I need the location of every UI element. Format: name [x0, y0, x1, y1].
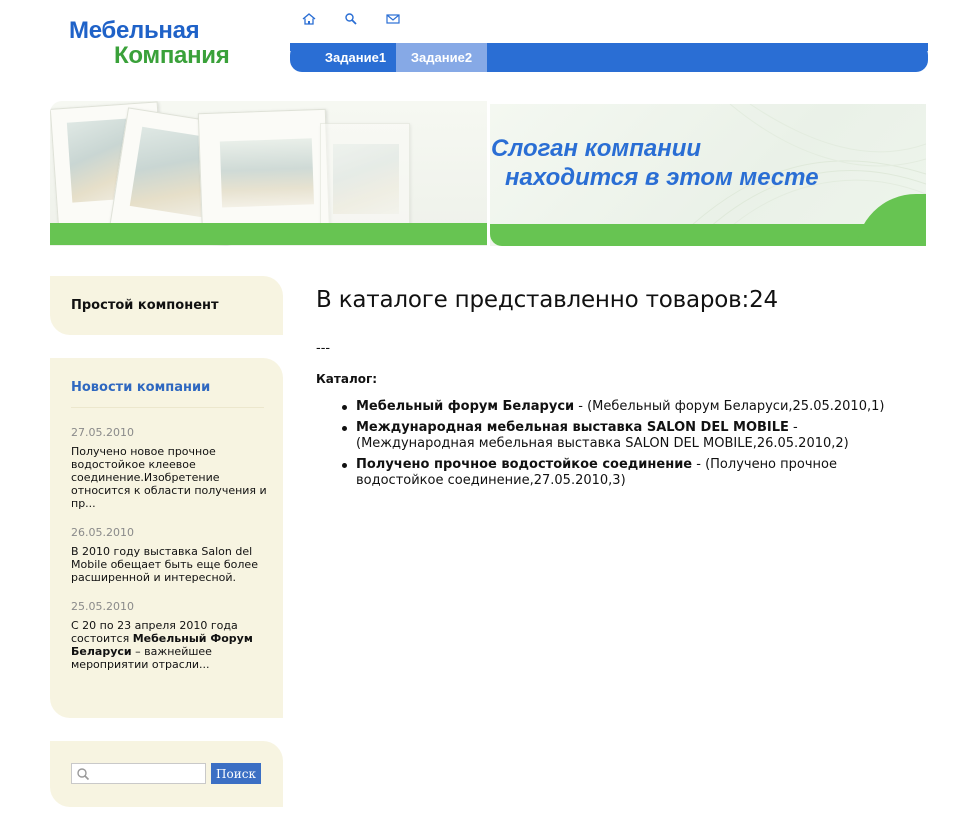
photo-slide: [320, 123, 410, 233]
search-icon[interactable]: [342, 11, 360, 27]
catalog-label: Каталог:: [316, 372, 378, 386]
nav-tab-task1[interactable]: Задание1: [315, 43, 396, 72]
news-item[interactable]: 26.05.2010 В 2010 году выставка Salon de…: [71, 526, 271, 584]
news-title[interactable]: Новости компании: [71, 380, 210, 395]
banner-photos: [50, 101, 487, 246]
simple-component-title: Простой компонент: [71, 298, 219, 313]
catalog-item: Получено прочное водостойкое соединение …: [340, 457, 920, 489]
separator-text: ---: [316, 341, 331, 356]
home-icon[interactable]: [300, 11, 318, 27]
top-icon-bar: [300, 11, 402, 27]
news-text: В 2010 году выставка Salon del Mobile об…: [71, 545, 258, 584]
nav-tab-task2[interactable]: Задание2: [396, 43, 487, 72]
site-logo[interactable]: Мебельная Компания: [69, 17, 230, 69]
catalog-item: Мебельный форум Беларуси - (Мебельный фо…: [340, 399, 920, 415]
logo-line2: Компания: [114, 42, 230, 69]
news-item[interactable]: 27.05.2010 Получено новое прочное водост…: [71, 426, 271, 510]
photo-slide: [197, 108, 331, 242]
search-field[interactable]: [71, 763, 206, 784]
slogan-line1: Слоган компании: [491, 135, 702, 162]
mail-icon[interactable]: [384, 11, 402, 27]
company-slogan: Слоган компании находится в этом месте: [491, 134, 819, 192]
main-nav: Задание1 Задание2: [290, 43, 928, 72]
catalog-item-detail: - (Мебельный форум Беларуси,25.05.2010,1…: [574, 399, 885, 414]
search-button[interactable]: Поиск: [211, 763, 261, 784]
catalog-list: Мебельный форум Беларуси - (Мебельный фо…: [340, 399, 920, 494]
catalog-item: Международная мебельная выставка SALON D…: [340, 420, 920, 452]
news-date: 26.05.2010: [71, 526, 134, 539]
magnifier-icon: [77, 768, 90, 781]
news-text: Получено новое прочное водостойкое клеев…: [71, 445, 267, 510]
catalog-item-link[interactable]: Международная мебельная выставка SALON D…: [356, 420, 789, 435]
page-title: В каталоге представленно товаров:24: [316, 287, 778, 313]
news-item[interactable]: 25.05.2010 С 20 по 23 апреля 2010 года с…: [71, 600, 271, 671]
logo-line1: Мебельная: [69, 17, 200, 44]
news-text: С 20 по 23 апреля 2010 года состоится Ме…: [71, 619, 253, 671]
slogan-line2: находится в этом месте: [505, 164, 819, 191]
news-box: Новости компании 27.05.2010 Получено нов…: [50, 358, 283, 718]
catalog-item-link[interactable]: Мебельный форум Беларуси: [356, 399, 574, 414]
news-date: 25.05.2010: [71, 600, 134, 613]
search-input[interactable]: [92, 765, 202, 782]
news-date: 27.05.2010: [71, 426, 134, 439]
simple-component-box: Простой компонент: [50, 276, 283, 335]
catalog-item-link[interactable]: Получено прочное водостойкое соединение: [356, 457, 692, 472]
search-box: Поиск: [50, 741, 283, 807]
divider: [71, 407, 264, 408]
